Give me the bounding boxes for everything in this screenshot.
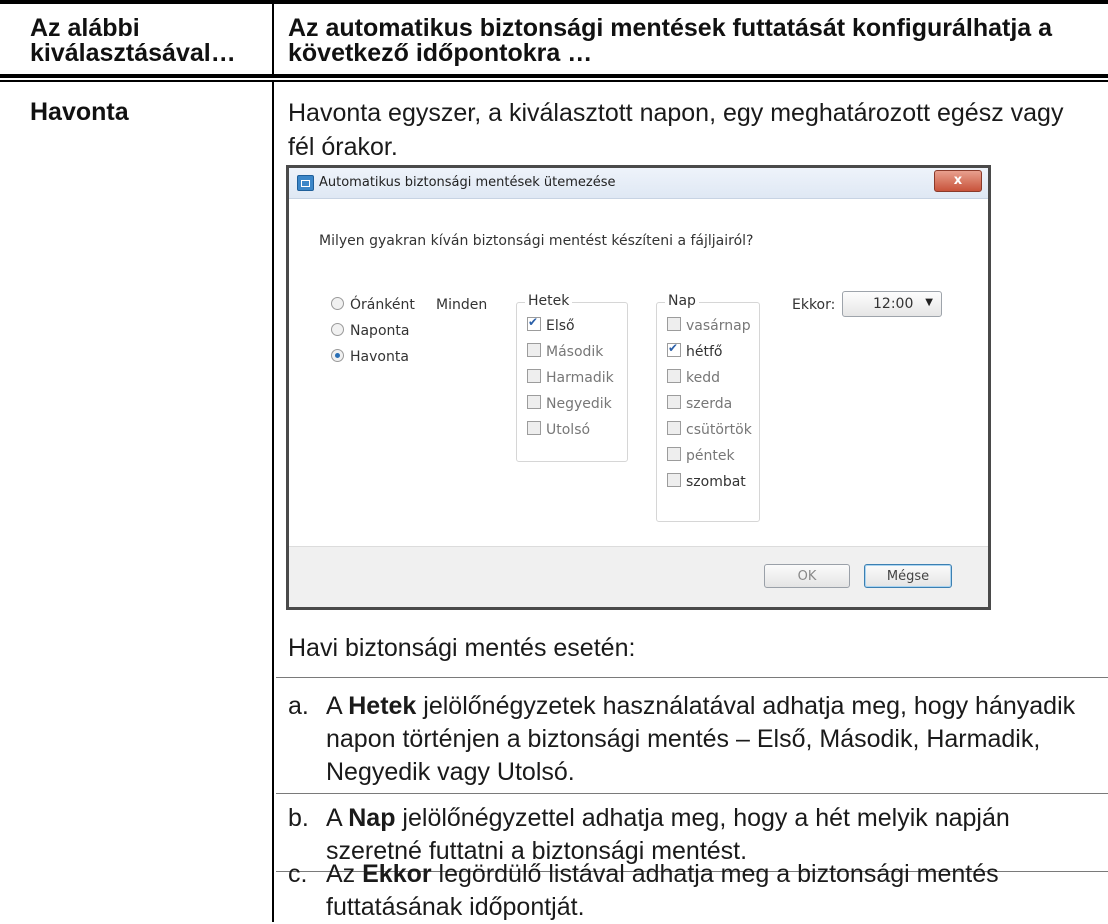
checkbox-icon[interactable]: [527, 369, 541, 383]
header-right-cell: Az automatikus biztonsági mentések futta…: [288, 14, 1053, 67]
radio-label: Óránként: [350, 297, 415, 313]
radio-havonta[interactable]: Havonta: [331, 349, 409, 365]
dialog-title: Automatikus biztonsági mentések ütemezés…: [319, 175, 616, 190]
checkbox-label: Negyedik: [546, 396, 612, 412]
checkbox-icon[interactable]: [667, 421, 681, 435]
checkbox-checked-icon[interactable]: [667, 341, 681, 357]
day-checkbox-kedd[interactable]: kedd: [667, 369, 720, 386]
body-column-divider: [272, 82, 274, 922]
checkbox-label: péntek: [686, 448, 735, 464]
week-checkbox-masodik[interactable]: Második: [527, 343, 603, 360]
table-top-rule: [0, 0, 1108, 4]
day-checkbox-hetfo[interactable]: hétfő: [667, 341, 723, 360]
radio-naponta[interactable]: Naponta: [331, 323, 409, 339]
chevron-down-icon: ▼: [925, 297, 933, 308]
radio-oranként[interactable]: Óránként: [331, 297, 415, 313]
list-text: Az Ekkor legördülő listával adhatja meg …: [326, 860, 999, 921]
days-group: Nap vasárnap hétfő kedd szerda csütörtök…: [656, 293, 760, 522]
dialog-titlebar[interactable]: Automatikus biztonsági mentések ütemezés…: [289, 168, 988, 199]
divider: [276, 677, 1108, 678]
list-marker: a.: [288, 692, 309, 720]
header-bottom-rule: [0, 74, 1108, 78]
radio-icon[interactable]: [331, 297, 344, 310]
ekkor-label: Ekkor:: [792, 297, 836, 313]
week-checkbox-negyedik[interactable]: Negyedik: [527, 395, 612, 412]
row-label-havonta: Havonta: [30, 98, 129, 126]
day-checkbox-szombat[interactable]: szombat: [667, 473, 746, 490]
dialog-footer: OK Mégse: [289, 546, 988, 607]
checkbox-label: kedd: [686, 370, 720, 386]
checkbox-label: hétfő: [686, 344, 723, 360]
checkbox-icon[interactable]: [667, 395, 681, 409]
frequency-question: Milyen gyakran kíván biztonsági mentést …: [319, 233, 754, 249]
checkbox-icon[interactable]: [667, 369, 681, 383]
list-marker: c.: [288, 860, 308, 888]
app-icon: [297, 175, 314, 191]
week-checkbox-utolso[interactable]: Utolsó: [527, 421, 590, 438]
term-ekkor: Ekkor: [362, 860, 432, 888]
day-checkbox-csutortok[interactable]: csütörtök: [667, 421, 752, 438]
term-nap: Nap: [348, 804, 396, 832]
radio-label: Havonta: [350, 349, 409, 365]
radio-label: Naponta: [350, 323, 410, 339]
day-checkbox-vasarnap[interactable]: vasárnap: [667, 317, 751, 334]
list-text: A Hetek jelölőnégyzetek használatával ad…: [326, 692, 1076, 786]
checkbox-label: Utolsó: [546, 422, 591, 438]
checkbox-label: csütörtök: [686, 422, 752, 438]
checkbox-icon[interactable]: [527, 421, 541, 435]
checkbox-label: Első: [546, 318, 575, 334]
list-marker: b.: [288, 804, 309, 832]
close-button[interactable]: x: [934, 170, 982, 192]
checkbox-label: Harmadik: [546, 370, 614, 386]
schedule-dialog: Automatikus biztonsági mentések ütemezés…: [286, 165, 991, 610]
minden-label: Minden: [436, 297, 488, 313]
header-under-rule: [0, 80, 1108, 82]
checkbox-icon[interactable]: [667, 447, 681, 461]
days-legend: Nap: [665, 293, 699, 309]
row-description: Havonta egyszer, a kiválasztott napon, e…: [288, 99, 1064, 161]
radio-icon[interactable]: [331, 323, 344, 336]
checkbox-label: vasárnap: [686, 318, 751, 334]
ekkor-time-select[interactable]: 12:00 ▼: [842, 291, 942, 317]
ekkor-value: 12:00: [873, 296, 914, 312]
checkbox-label: Második: [546, 344, 604, 360]
week-checkbox-elso[interactable]: Első: [527, 315, 575, 334]
checkbox-icon[interactable]: [527, 395, 541, 409]
dialog-body: Automatikus biztonsági mentések ütemezés…: [289, 168, 988, 607]
weeks-group: Hetek Első Második Harmadik Negyedik Uto…: [516, 293, 628, 462]
weeks-legend: Hetek: [525, 293, 573, 309]
radio-selected-icon[interactable]: [331, 349, 344, 362]
checkbox-icon[interactable]: [667, 317, 681, 331]
checkbox-label: szombat: [686, 474, 746, 490]
header-column-divider: [272, 4, 274, 74]
cancel-button[interactable]: Mégse: [864, 564, 952, 588]
checkbox-icon[interactable]: [527, 343, 541, 357]
week-checkbox-harmadik[interactable]: Harmadik: [527, 369, 614, 386]
divider: [276, 793, 1108, 794]
checkbox-icon[interactable]: [667, 473, 681, 487]
checkbox-checked-icon[interactable]: [527, 315, 541, 331]
instructions-lead: Havi biztonsági mentés esetén:: [288, 634, 636, 662]
term-hetek: Hetek: [348, 692, 417, 720]
header-left-cell: Az alábbi kiválasztásával…: [30, 14, 236, 67]
ok-button[interactable]: OK: [764, 564, 850, 588]
day-checkbox-szerda[interactable]: szerda: [667, 395, 732, 412]
checkbox-label: szerda: [686, 396, 733, 412]
day-checkbox-pentek[interactable]: péntek: [667, 447, 735, 464]
